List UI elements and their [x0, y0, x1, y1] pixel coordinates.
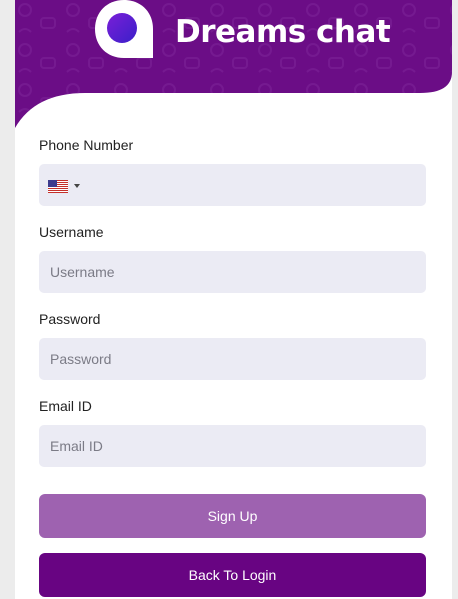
back-to-login-button[interactable]: Back To Login	[39, 553, 426, 597]
username-label: Username	[39, 224, 104, 240]
us-flag-icon	[48, 179, 68, 193]
country-selector[interactable]	[48, 178, 88, 194]
signup-button[interactable]: Sign Up	[39, 494, 426, 538]
password-label: Password	[39, 311, 101, 327]
email-input[interactable]	[39, 425, 426, 467]
phone-input[interactable]	[39, 164, 426, 206]
phone-label: Phone Number	[39, 137, 134, 153]
password-input[interactable]	[39, 338, 426, 380]
brand-name: Dreams chat	[175, 14, 391, 50]
username-input[interactable]	[39, 251, 426, 293]
header-banner: Dreams chat	[15, 0, 452, 140]
chevron-down-icon	[74, 184, 80, 188]
dreams-chat-logo-icon	[95, 0, 153, 58]
email-label: Email ID	[39, 398, 92, 414]
signup-page: Dreams chat Phone Number Username Passwo…	[15, 0, 452, 599]
